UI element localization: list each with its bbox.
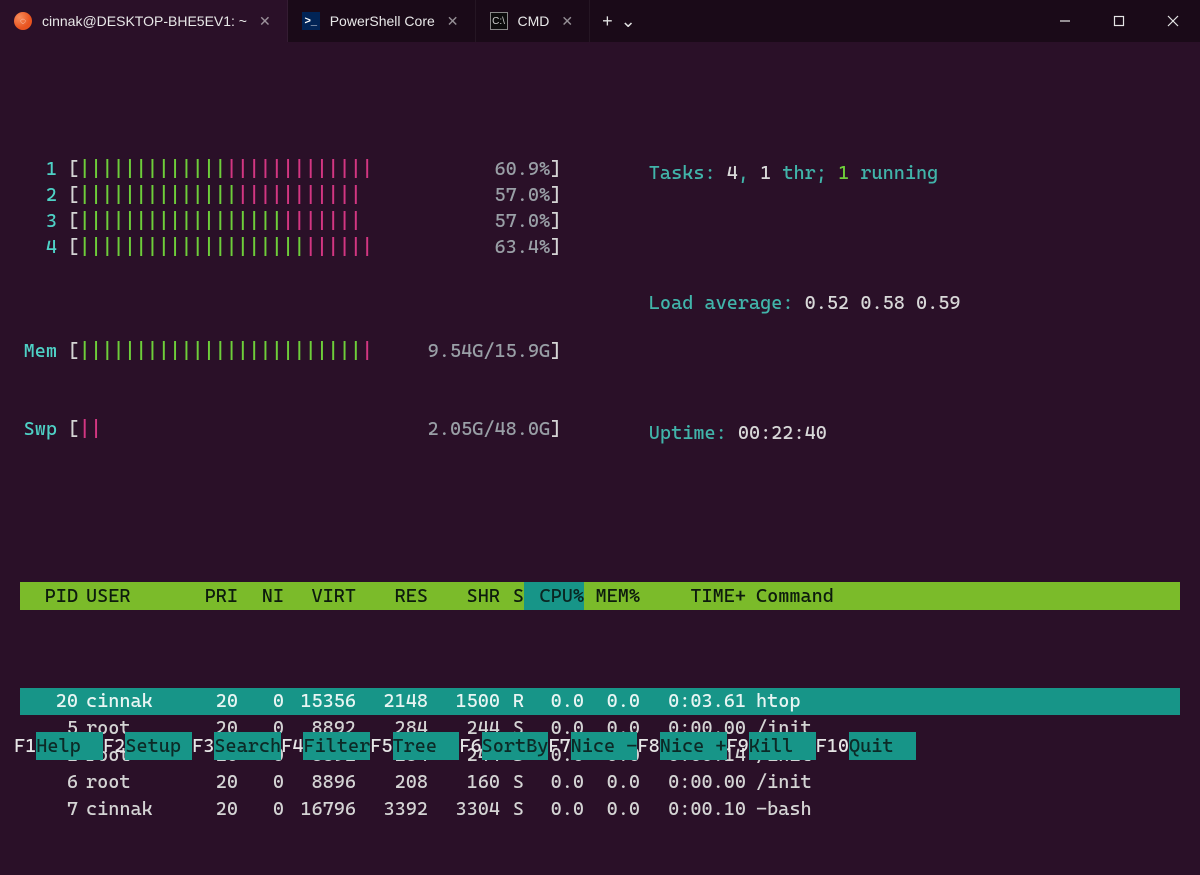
tab-label: CMD bbox=[518, 13, 550, 29]
cpu-pct: 60.9% bbox=[374, 156, 550, 182]
col-cpu[interactable]: CPU% bbox=[524, 582, 584, 610]
fkey-f1[interactable]: F1 bbox=[14, 732, 36, 760]
fkey-f10[interactable]: F10 bbox=[816, 732, 849, 760]
cmd-icon: C:\ bbox=[490, 12, 508, 30]
uptime-label: Uptime: bbox=[649, 422, 738, 444]
col-time[interactable]: TIME+ bbox=[640, 582, 746, 610]
mem-label: Mem bbox=[20, 338, 68, 364]
process-row[interactable]: 20cinnak2001535621481500R0.00.00:03.61ht… bbox=[20, 688, 1180, 715]
fkey-f9[interactable]: F9 bbox=[727, 732, 749, 760]
cpu-pct: 57.0% bbox=[374, 182, 550, 208]
fkey-f2[interactable]: F2 bbox=[103, 732, 125, 760]
chevron-down-icon[interactable]: ⌄ bbox=[621, 12, 636, 30]
cpu-id: 1 bbox=[20, 156, 68, 182]
mem-value: 9.54G/15.9G bbox=[374, 338, 550, 364]
thread-count: 1 bbox=[760, 162, 771, 184]
minimize-button[interactable] bbox=[1038, 0, 1092, 42]
tab-label: PowerShell Core bbox=[330, 13, 435, 29]
fkey-label[interactable]: Filter bbox=[303, 732, 370, 760]
tab-cmd[interactable]: C:\ CMD ✕ bbox=[476, 0, 591, 42]
maximize-button[interactable] bbox=[1092, 0, 1146, 42]
fkey-label[interactable]: Kill bbox=[749, 732, 816, 760]
plus-icon: + bbox=[602, 12, 613, 30]
col-pri[interactable]: PRI bbox=[178, 582, 238, 610]
col-mem[interactable]: MEM% bbox=[584, 582, 640, 610]
fkey-label[interactable]: Nice + bbox=[660, 732, 727, 760]
fkey-f3[interactable]: F3 bbox=[192, 732, 214, 760]
fkey-label[interactable]: Tree bbox=[393, 732, 460, 760]
col-shr[interactable]: SHR bbox=[428, 582, 500, 610]
col-s[interactable]: S bbox=[500, 582, 524, 610]
function-keys: F1Help F2Setup F3SearchF4FilterF5Tree F6… bbox=[0, 732, 1200, 760]
cpu-pct: 57.0% bbox=[374, 208, 550, 234]
new-tab-button[interactable]: + ⌄ bbox=[590, 0, 648, 42]
close-icon[interactable]: ✕ bbox=[257, 13, 273, 30]
tab-label: cinnak@DESKTOP-BHE5EV1: ~ bbox=[42, 13, 247, 29]
ubuntu-icon: ◌ bbox=[14, 12, 32, 30]
uptime: 00:22:40 bbox=[738, 422, 827, 444]
tab-powershell[interactable]: >_ PowerShell Core ✕ bbox=[288, 0, 476, 42]
process-header[interactable]: PID USER PRI NI VIRT RES SHR S CPU% MEM%… bbox=[20, 582, 1180, 610]
tab-ubuntu[interactable]: ◌ cinnak@DESKTOP-BHE5EV1: ~ ✕ bbox=[0, 0, 288, 42]
close-button[interactable] bbox=[1146, 0, 1200, 42]
tasks-count: 4 bbox=[727, 162, 738, 184]
system-info: Tasks: 4, 1 thr; 1 running Load average:… bbox=[582, 82, 961, 524]
fkey-label[interactable]: Help bbox=[36, 732, 103, 760]
tasks-label: Tasks: bbox=[649, 162, 727, 184]
cpu-id: 3 bbox=[20, 208, 68, 234]
col-res[interactable]: RES bbox=[356, 582, 428, 610]
close-icon[interactable]: ✕ bbox=[559, 13, 575, 30]
cpu-id: 2 bbox=[20, 182, 68, 208]
process-row[interactable]: 7cinnak2001679633923304S0.00.00:00.10-ba… bbox=[20, 796, 1180, 823]
running-count: 1 bbox=[838, 162, 849, 184]
titlebar: ◌ cinnak@DESKTOP-BHE5EV1: ~ ✕ >_ PowerSh… bbox=[0, 0, 1200, 42]
col-virt[interactable]: VIRT bbox=[284, 582, 356, 610]
col-cmd[interactable]: Command bbox=[746, 582, 1180, 610]
fkey-f8[interactable]: F8 bbox=[637, 732, 659, 760]
col-ni[interactable]: NI bbox=[238, 582, 284, 610]
swp-label: Swp bbox=[20, 416, 68, 442]
fkey-label[interactable]: Nice - bbox=[571, 732, 638, 760]
tabs: ◌ cinnak@DESKTOP-BHE5EV1: ~ ✕ >_ PowerSh… bbox=[0, 0, 648, 42]
col-user[interactable]: USER bbox=[78, 582, 178, 610]
close-icon[interactable]: ✕ bbox=[445, 13, 461, 30]
powershell-icon: >_ bbox=[302, 12, 320, 30]
load-average: 0.52 0.58 0.59 bbox=[805, 292, 961, 314]
fkey-label[interactable]: Setup bbox=[125, 732, 192, 760]
fkey-f7[interactable]: F7 bbox=[548, 732, 570, 760]
fkey-label[interactable]: Search bbox=[214, 732, 281, 760]
swp-value: 2.05G/48.0G bbox=[374, 416, 550, 442]
col-pid[interactable]: PID bbox=[20, 582, 78, 610]
fkey-label[interactable]: SortBy bbox=[482, 732, 549, 760]
cpu-pct: 63.4% bbox=[374, 234, 550, 260]
cpu-id: 4 bbox=[20, 234, 68, 260]
load-label: Load average: bbox=[649, 292, 805, 314]
process-row[interactable]: 6root2008896208160S0.00.00:00.00/init bbox=[20, 769, 1180, 796]
fkey-f6[interactable]: F6 bbox=[459, 732, 481, 760]
window-controls bbox=[1038, 0, 1200, 42]
fkey-f5[interactable]: F5 bbox=[370, 732, 392, 760]
fkey-f4[interactable]: F4 bbox=[281, 732, 303, 760]
fkey-label[interactable]: Quit bbox=[849, 732, 916, 760]
